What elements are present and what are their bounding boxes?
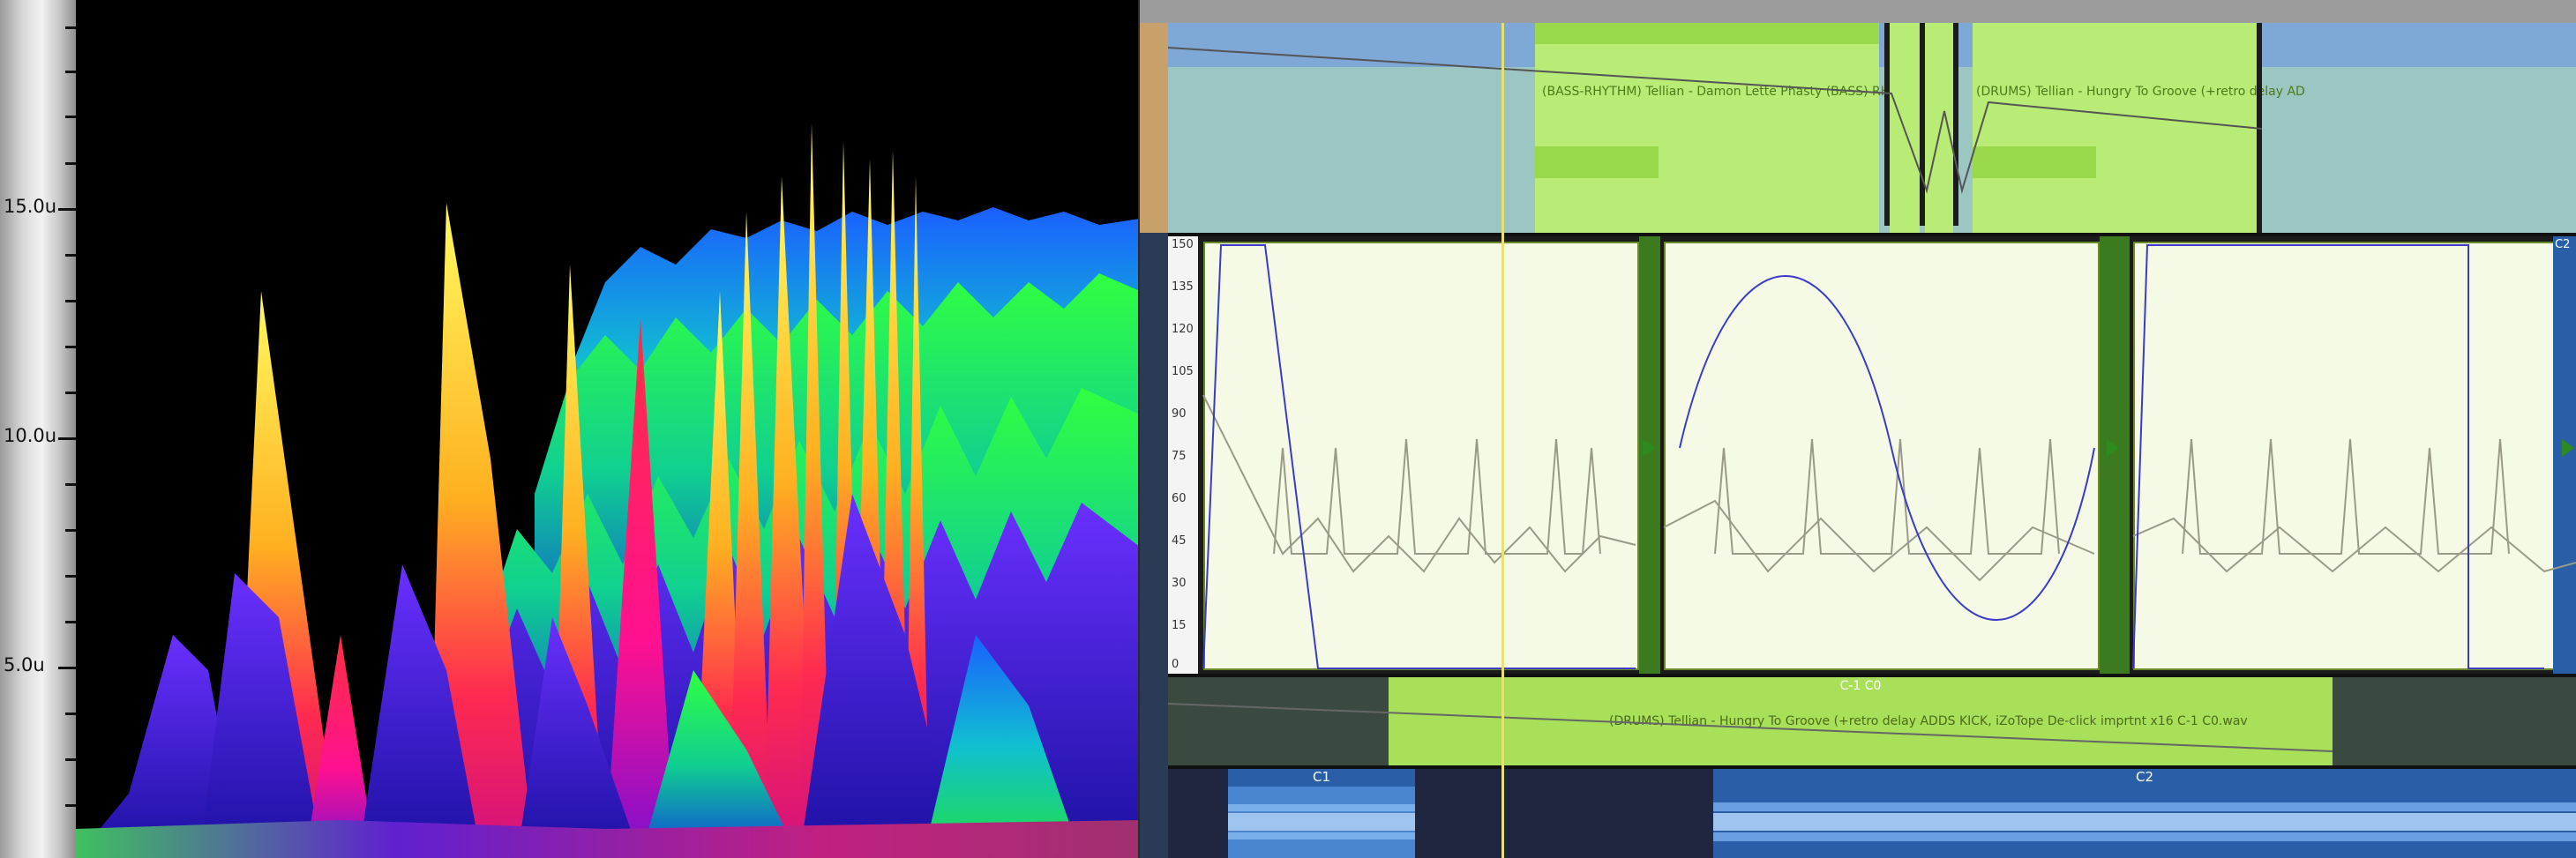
- clip-c2-label: C2: [1713, 769, 2576, 787]
- ruler-tick: [65, 621, 76, 623]
- ruler-tick: [65, 575, 76, 578]
- track3-envelope[interactable]: [1168, 677, 2576, 765]
- ruler-tick-major: [58, 208, 76, 211]
- ruler-tick-major: [58, 667, 76, 669]
- waveform: [1713, 802, 2576, 841]
- track-header-2[interactable]: [1140, 233, 1168, 674]
- timeline-ruler[interactable]: [1140, 0, 2576, 25]
- ruler-tick: [65, 300, 76, 302]
- ruler-tick: [65, 162, 76, 165]
- track-lane-1[interactable]: (BASS-RHYTHM) Tellian - Damon Lette Phas…: [1168, 23, 2576, 233]
- ruler-tick: [65, 804, 76, 807]
- ruler-tick: [65, 346, 76, 348]
- track-lane-2[interactable]: 150 135 120 105 90 75 60 45 30 15 0 C2: [1168, 236, 2576, 674]
- automation-curves[interactable]: [1168, 236, 2576, 674]
- ruler-label: 10.0u: [4, 425, 57, 446]
- ruler-tick-major: [58, 437, 76, 440]
- track-header-3[interactable]: [1140, 674, 1168, 858]
- ruler-label: 15.0u: [4, 196, 57, 217]
- clip-c1-label: C1: [1228, 769, 1415, 787]
- ruler-tick: [65, 392, 76, 394]
- ruler-label: 5.0u: [4, 654, 45, 675]
- ruler-tick: [65, 254, 76, 257]
- clip-c2[interactable]: C2: [1713, 769, 2576, 858]
- amplitude-ruler: 15.0u 10.0u 5.0u: [0, 0, 76, 858]
- waveform: [1228, 804, 1415, 839]
- track-header-1[interactable]: [1140, 23, 1168, 233]
- ruler-tick: [65, 71, 76, 73]
- ruler-tick: [65, 713, 76, 715]
- ruler-tick: [65, 26, 76, 29]
- ruler-tick: [65, 483, 76, 486]
- playhead-cursor[interactable]: [1501, 23, 1504, 858]
- ruler-tick: [65, 758, 76, 761]
- spectrum-3d-plot: [76, 123, 1140, 858]
- track-lane-3[interactable]: C-1 C0 (DRUMS) Tellian - Hungry To Groov…: [1168, 677, 2576, 765]
- ruler-tick: [65, 529, 76, 532]
- track-lane-4[interactable]: C1 C2: [1168, 769, 2576, 858]
- clip-c1[interactable]: C1: [1228, 769, 1415, 858]
- spectrum-panel: 15.0u 10.0u 5.0u: [0, 0, 1140, 858]
- volume-envelope[interactable]: [1168, 23, 2576, 233]
- ruler-tick: [65, 116, 76, 118]
